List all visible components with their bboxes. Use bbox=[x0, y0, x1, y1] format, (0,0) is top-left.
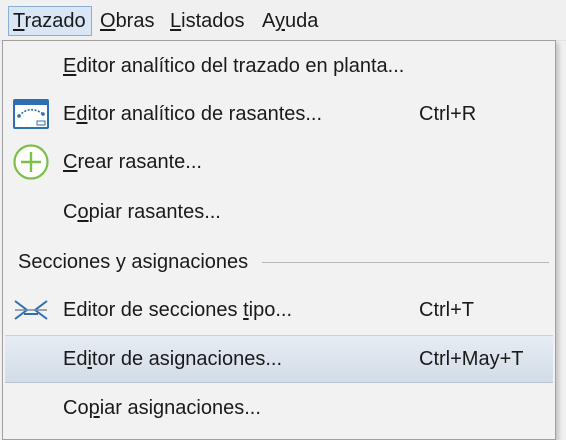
menu-listados-post: istados bbox=[181, 10, 245, 32]
label-access-key: E bbox=[63, 55, 77, 77]
section-header-label: Secciones y asignaciones bbox=[18, 251, 249, 273]
menu-item-crear-rasante[interactable]: Crear rasante... bbox=[5, 139, 553, 185]
menu-item-copiar-rasantes[interactable]: Copiar rasantes... bbox=[5, 189, 553, 235]
menu-item-label: Editor de asignaciones... bbox=[63, 336, 282, 382]
menu-item-label: Editor de secciones tipo... bbox=[63, 287, 292, 333]
menu-item-shortcut: Ctrl+T bbox=[419, 299, 474, 321]
label-post: ditor analítico del trazado en planta... bbox=[76, 55, 405, 77]
section-divider bbox=[262, 262, 549, 263]
menu-item-label: Editor analítico de rasantes... bbox=[63, 91, 322, 137]
menu-ayuda[interactable]: Ayuda bbox=[258, 6, 328, 36]
menu-trazado-post: razado bbox=[24, 10, 86, 32]
label-post: iar asignaciones... bbox=[99, 397, 261, 419]
menu-item-editor-trazado-planta[interactable]: Editor analítico del trazado en planta..… bbox=[5, 43, 553, 89]
cross-section-icon bbox=[14, 300, 48, 320]
menu-listados-access-key: L bbox=[170, 10, 182, 32]
menu-item-editor-rasantes[interactable]: Editor analítico de rasantes... Ctrl+R bbox=[5, 91, 553, 137]
label-post: itor analítico de rasantes... bbox=[87, 103, 323, 125]
menu-ayuda-post: uda bbox=[284, 10, 319, 32]
menu-listados[interactable]: Listados bbox=[166, 6, 258, 36]
menu-ayuda-access-key: y bbox=[274, 10, 285, 32]
label-post: ipo... bbox=[248, 299, 293, 321]
trazado-dropdown-menu: Editor analítico del trazado en planta..… bbox=[2, 40, 556, 440]
label-pre: E bbox=[63, 103, 77, 125]
label-access-key: C bbox=[63, 151, 78, 173]
grade-editor-icon bbox=[13, 99, 49, 129]
menu-obras-access-key: O bbox=[100, 10, 116, 32]
label-post: rear rasante... bbox=[77, 151, 202, 173]
menu-item-label: Copiar asignaciones... bbox=[63, 385, 261, 431]
menu-obras[interactable]: Obras bbox=[96, 6, 164, 36]
menu-obras-post: bras bbox=[115, 10, 155, 32]
menu-item-shortcut: Ctrl+R bbox=[419, 103, 477, 125]
menu-trazado-access-key: T bbox=[13, 10, 25, 32]
menu-item-editor-secciones-tipo[interactable]: Editor de secciones tipo... Ctrl+T bbox=[5, 287, 553, 333]
menu-item-label: Crear rasante... bbox=[63, 139, 202, 185]
menu-item-label: Copiar rasantes... bbox=[63, 189, 221, 235]
label-access-key: p bbox=[88, 397, 100, 419]
label-access-key: d bbox=[76, 103, 88, 125]
section-header-row: Secciones y asignaciones bbox=[5, 239, 553, 285]
label-pre: Ed bbox=[63, 348, 88, 370]
label-pre: Co bbox=[63, 397, 89, 419]
menu-item-editor-asignaciones[interactable]: Editor de asignaciones... Ctrl+May+T bbox=[5, 335, 553, 383]
menu-item-copiar-asignaciones[interactable]: Copiar asignaciones... bbox=[5, 385, 553, 431]
label-access-key: o bbox=[77, 201, 89, 223]
menu-trazado[interactable]: Trazado bbox=[8, 6, 92, 36]
add-circle-icon bbox=[13, 144, 49, 180]
menu-ayuda-pre: A bbox=[262, 10, 275, 32]
label-post: piar rasantes... bbox=[88, 201, 221, 223]
menu-bar: Trazado Obras Listados Ayuda bbox=[0, 0, 566, 41]
label-post: tor de asignaciones... bbox=[91, 348, 283, 370]
label-pre: Editor de secciones bbox=[63, 299, 244, 321]
menu-item-label: Editor analítico del trazado en planta..… bbox=[63, 43, 404, 89]
label-pre: C bbox=[63, 201, 78, 223]
menu-item-shortcut: Ctrl+May+T bbox=[419, 348, 524, 370]
